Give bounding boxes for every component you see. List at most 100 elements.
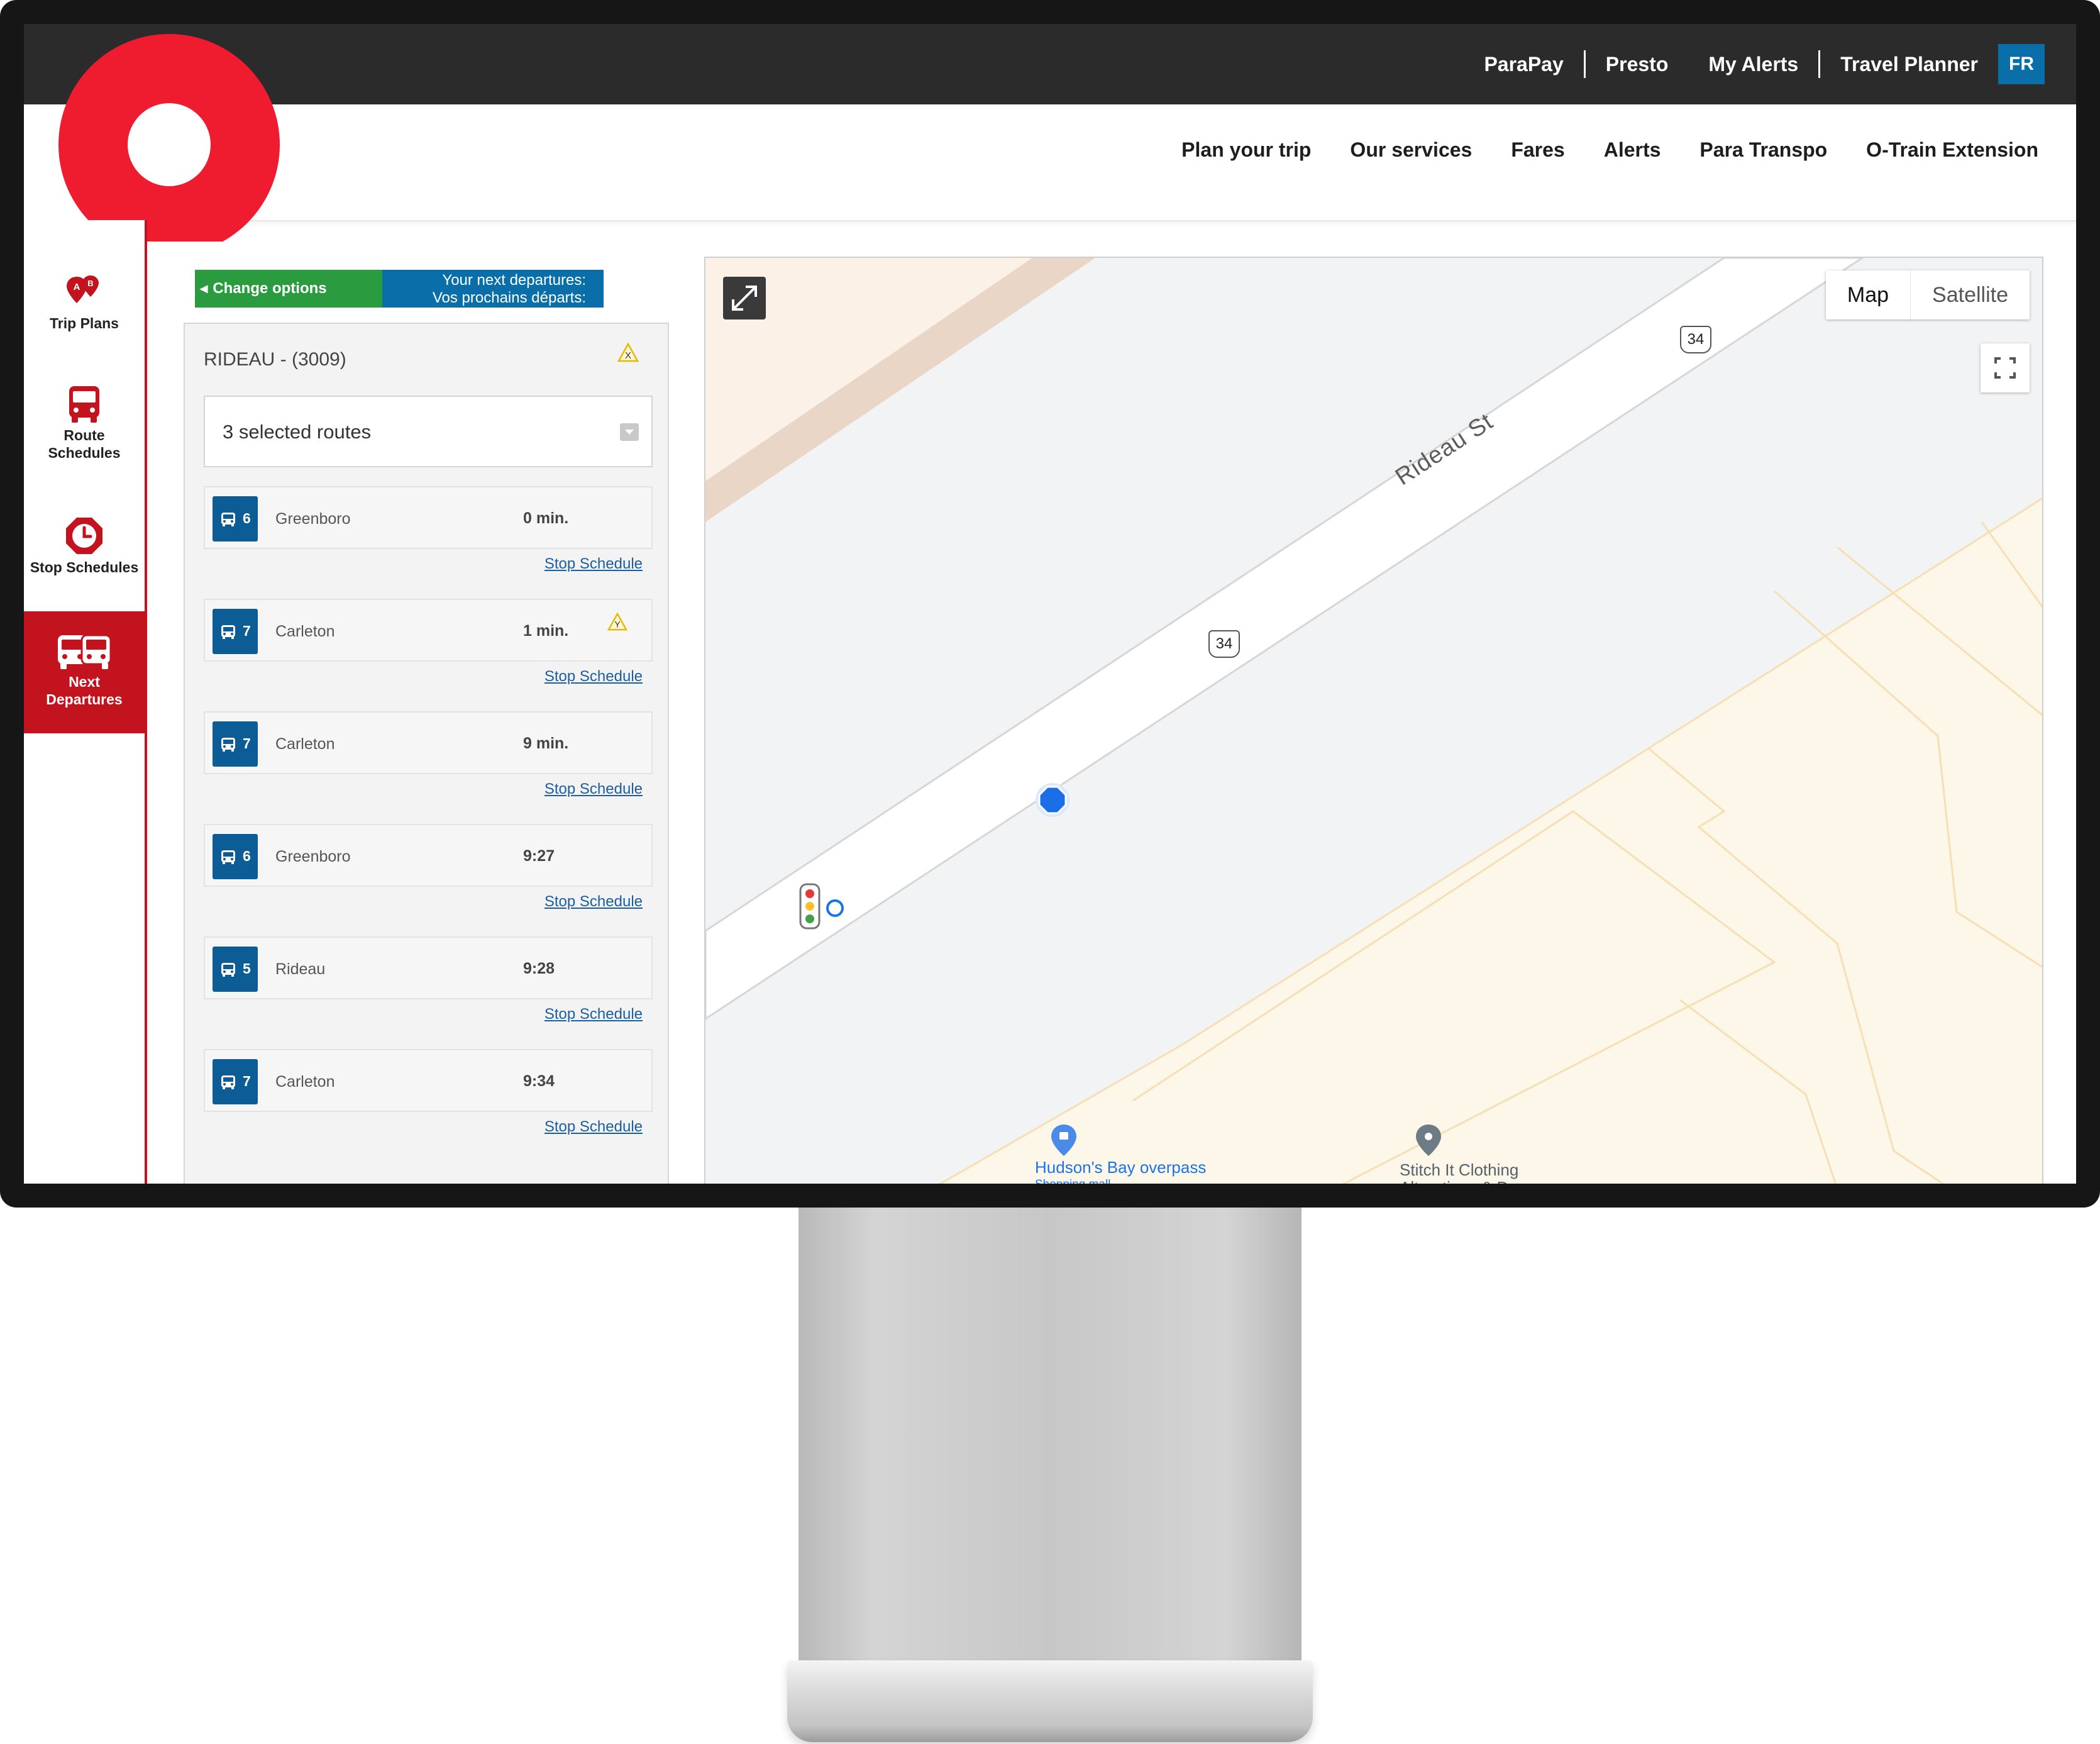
next-departures-tab[interactable]: Your next departures: Vos prochains dépa… [382,270,604,308]
route-select-value: 3 selected routes [223,421,372,443]
departure-row: 6 Greenboro 9:27 [204,824,653,887]
change-options-button[interactable]: ◀ Change options [195,270,382,308]
nav-alerts[interactable]: Alerts [1604,138,1661,162]
fullscreen-icon [1994,357,2016,379]
sidebar-label-line: Departures [46,691,123,708]
stop-schedule-link[interactable]: Stop Schedule [544,780,643,798]
route-badge: 6 [213,496,258,542]
svg-text:Y: Y [614,619,621,629]
departure-row: 7 Carleton 9 min. [204,711,653,774]
destination: Carleton [275,735,335,753]
presto-link[interactable]: Presto [1586,53,1689,76]
stop-schedule-link[interactable]: Stop Schedule [544,1118,643,1136]
main-nav: Plan your trip Our services Fares Alerts… [1142,138,2038,162]
stop-schedule-link[interactable]: Stop Schedule [544,893,643,911]
svg-text:A: A [74,282,80,292]
nav-plan-your-trip[interactable]: Plan your trip [1181,138,1311,162]
route-shield: 34 [1208,630,1240,658]
departure-row: 7 Carleton 1 min. Y [204,599,653,662]
sidebar-label-line: Schedules [48,445,121,461]
route-badge: 5 [213,947,258,992]
stop-schedule-link[interactable]: Stop Schedule [544,668,643,686]
sidebar-label: Next Departures [46,673,122,708]
next-departures-label-en: Your next departures: [442,272,586,289]
sidebar-item-next-departures[interactable]: Next Departures [24,611,145,733]
next-departures-label-fr: Vos prochains départs: [432,289,586,306]
stop-schedule-link[interactable]: Stop Schedule [544,1006,643,1023]
trip-plans-icon: A B [67,275,99,303]
clock-icon [66,518,102,554]
my-alerts-link[interactable]: My Alerts [1688,53,1818,76]
expand-map-button[interactable] [723,277,766,319]
warning-icon[interactable]: Y [607,612,628,635]
chevron-down-icon [620,423,639,441]
departure-row: 6 Greenboro 0 min. [204,486,653,549]
stop-schedule-link[interactable]: Stop Schedule [544,555,643,573]
departures-panel: RIDEAU - (3009) X 3 selected routes 6 Gre… [184,323,669,1184]
map-view[interactable]: Map Satellite Rideau St 34 34 Hudson's B… [704,257,2043,1184]
bus-icon [221,963,235,977]
departure-time: 0 min. [523,509,569,527]
route-number: 6 [243,510,251,526]
sidebar-item-stop-schedules[interactable]: Stop Schedules [24,516,145,576]
monitor-frame: ParaPay Presto My Alerts Travel Planner … [0,0,2100,1208]
nav-o-train-extension[interactable]: O-Train Extension [1866,138,2038,162]
route-number: 6 [243,848,251,864]
stop-title: RIDEAU - (3009) [204,349,346,370]
route-number: 7 [243,623,251,639]
sidebar-label-line: Route [64,427,105,443]
map-type-control: Map Satellite [1825,270,2030,319]
bus-icon [69,386,99,423]
route-number: 7 [243,1073,251,1089]
nav-fares[interactable]: Fares [1511,138,1564,162]
nav-our-services[interactable]: Our services [1350,138,1472,162]
bus-stop-marker[interactable] [1034,781,1071,819]
route-number: 7 [243,735,251,752]
monitor-stand-base [787,1660,1313,1742]
route-select-dropdown[interactable]: 3 selected routes [204,396,653,467]
poi-category: Shopping mall [1035,1176,1206,1184]
destination: Carleton [275,1073,335,1091]
poi-category: Alterations & Dry... [1400,1179,1535,1184]
travel-planner-link[interactable]: Travel Planner [1820,53,1998,76]
logo-center [128,103,211,186]
sidebar-item-route-schedules[interactable]: Route Schedules [24,385,145,462]
sidebar: A B Trip Plans Route Schedules Stop Sche… [24,220,147,1184]
poi-hudsons-bay[interactable]: Hudson's Bay overpass Shopping mall [1035,1158,1206,1184]
utility-bar: ParaPay Presto My Alerts Travel Planner … [24,24,2076,104]
route-badge: 7 [213,609,258,654]
monitor-stand [799,1208,1301,1667]
bus-icon [221,850,235,864]
map-canvas [705,258,2042,1184]
oc-transpo-logo[interactable] [58,34,280,242]
destination: Greenboro [275,510,351,528]
sidebar-item-trip-plans[interactable]: A B Trip Plans [24,274,145,332]
svg-text:X: X [625,350,631,361]
departure-time: 1 min. [523,622,569,640]
warning-icon[interactable]: X [617,342,639,366]
bus-icon [221,738,235,752]
map-type-satellite-button[interactable]: Satellite [1910,270,2030,319]
caret-left-icon: ◀ [200,284,208,294]
poi-name: Hudson's Bay overpass [1035,1158,1207,1177]
poi-stitch-it[interactable]: Stitch It Clothing Alterations & Dry... [1400,1161,1535,1184]
departure-time: 9:34 [523,1072,555,1090]
change-options-label: Change options [213,280,327,297]
destination: Greenboro [275,848,351,865]
bus-icon [221,513,235,526]
sidebar-label-line: Next [69,674,100,690]
route-number: 5 [243,960,251,977]
route-shield: 34 [1680,326,1711,353]
poi-name: Stitch It Clothing [1400,1160,1519,1179]
departure-time: 9:28 [523,960,555,977]
sidebar-label: Stop Schedules [30,559,139,575]
language-toggle-button[interactable]: FR [1998,44,2045,84]
nav-para-transpo[interactable]: Para Transpo [1699,138,1827,162]
screen: ParaPay Presto My Alerts Travel Planner … [24,24,2076,1184]
map-type-map-button[interactable]: Map [1826,270,1910,319]
departure-time: 9:27 [523,847,555,865]
parapay-link[interactable]: ParaPay [1464,53,1583,76]
departure-time: 9 min. [523,735,569,752]
fullscreen-button[interactable] [1981,343,2030,392]
sidebar-label: Route Schedules [48,426,120,462]
